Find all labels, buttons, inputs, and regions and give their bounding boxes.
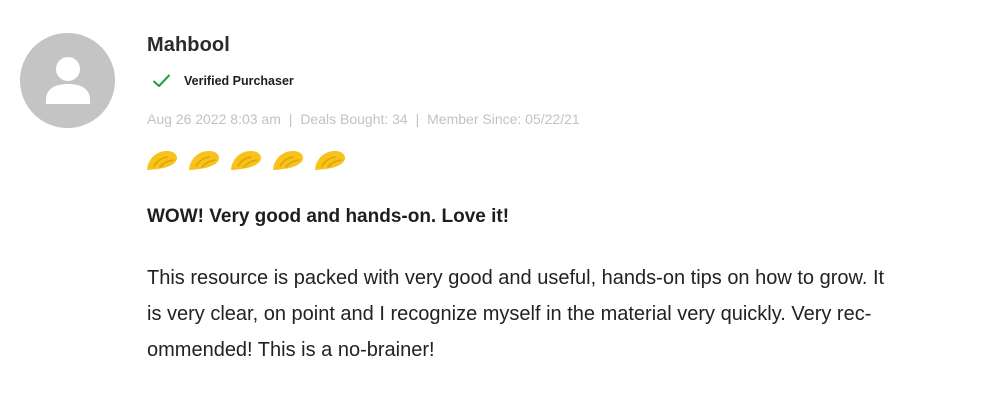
- review-body-line: is very clear, on point and I recognize …: [147, 303, 872, 325]
- review-title: WOW! Very good and hands-on. Love it!: [147, 206, 510, 227]
- taco-rating: [145, 147, 355, 173]
- taco-icon: [313, 147, 347, 173]
- review-meta: Aug 26 2022 8:03 am | Deals Bought: 34 |…: [147, 111, 580, 127]
- taco-icon: [187, 147, 221, 173]
- review-body: This resource is packed with very good a…: [147, 260, 947, 368]
- meta-separator: |: [415, 111, 420, 127]
- review-card: Mahbool Verified Purchaser Aug 26 2022 8…: [0, 0, 983, 403]
- review-body-line: ommended! This is a no-brainer!: [147, 339, 435, 361]
- verified-purchaser-badge: Verified Purchaser: [152, 70, 294, 92]
- review-body-line: This resource is packed with very good a…: [147, 267, 885, 289]
- member-since: Member Since: 05/22/21: [427, 111, 580, 127]
- checkmark-icon: [152, 73, 171, 89]
- verified-purchaser-label: Verified Purchaser: [184, 74, 294, 88]
- avatar[interactable]: [20, 33, 115, 128]
- taco-icon: [229, 147, 263, 173]
- taco-icon: [145, 147, 179, 173]
- taco-icon: [271, 147, 305, 173]
- meta-separator: |: [288, 111, 293, 127]
- reviewer-name[interactable]: Mahbool: [147, 34, 230, 57]
- user-silhouette-icon: [20, 33, 115, 128]
- deals-bought: Deals Bought: 34: [300, 111, 408, 127]
- review-date: Aug 26 2022 8:03 am: [147, 111, 281, 127]
